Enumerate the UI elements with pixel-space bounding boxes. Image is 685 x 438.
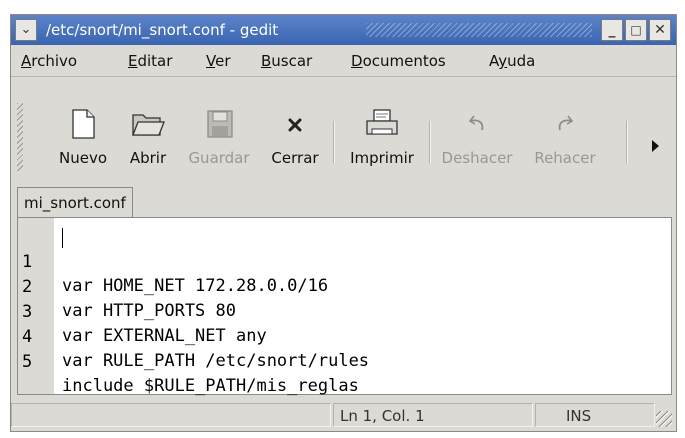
cursor-position: Ln 1, Col. 1 [333,403,533,427]
document-tabs: mi_snort.conf [11,187,676,217]
resize-grip-icon[interactable] [656,411,672,427]
code-line: 5 include $RULE_PATH/mis_reglas [18,326,359,396]
toolbar-grip[interactable] [17,103,23,171]
toolbar: Nuevo Abrir Guardar Cerrar Imprimir Desh… [11,77,676,187]
menu-mnemonic: A [21,52,32,70]
code-line: 2 var HTTP_PORTS 80 [18,251,236,321]
text-editor[interactable]: 1 var HOME_NET 172.28.0.0/16 2 var HTTP_… [17,217,672,396]
menu-label-part: er [215,52,231,70]
text-caret [62,228,63,248]
undo-icon [468,115,484,131]
save-button-label: Guardar [188,149,250,167]
redo-icon [558,115,574,131]
menu-label-part: uda [507,52,536,70]
status-bar: Ln 1, Col. 1 INS [11,399,676,431]
gedit-window: ⌄ /etc/snort/mi_snort.conf - gedit _ □ ✕… [10,14,677,432]
redo-button[interactable]: Rehacer [525,107,605,187]
menu-documentos[interactable]: Documentos [351,46,446,76]
menu-ayuda[interactable]: Ayuda [489,46,535,76]
print-button[interactable]: Imprimir [343,107,421,187]
code-text[interactable]: var RULE_PATH /etc/snort/rules [62,349,369,373]
code-line: 1 var HOME_NET 172.28.0.0/16 [18,226,328,296]
menu-label-part: uscar [271,52,313,70]
menu-label-part: ocumentos [362,52,446,70]
window-menu-icon[interactable]: ⌄ [15,19,37,41]
toolbar-overflow-arrow-icon[interactable] [652,140,659,152]
print-button-label: Imprimir [350,149,414,167]
undo-button-label: Deshacer [441,149,513,167]
open-folder-icon [132,114,165,136]
menu-mnemonic: B [261,52,272,70]
open-button[interactable]: Abrir [123,107,173,187]
menu-label-part: ditar [137,52,173,70]
new-document-icon [72,109,95,139]
menu-buscar[interactable]: Buscar [261,46,312,76]
tab-mi-snort-conf[interactable]: mi_snort.conf [17,187,133,217]
code-text[interactable]: var HOME_NET 172.28.0.0/16 [62,274,328,298]
save-button[interactable]: Guardar [181,107,257,187]
code-text[interactable]: include $RULE_PATH/mis_reglas [62,374,359,398]
code-text[interactable]: var EXTERNAL_NET any [62,324,267,348]
title-bar-decoration [366,23,592,37]
close-button-label: Cerrar [271,149,319,167]
menu-mnemonic: y [498,52,508,70]
menu-label-part: A [489,52,499,70]
maximize-button[interactable]: □ [625,19,647,41]
menu-editar[interactable]: Editar [128,46,172,76]
code-line: 4 var RULE_PATH /etc/snort/rules [18,301,369,371]
menu-archivo[interactable]: Archivo [21,46,77,76]
menu-ver[interactable]: Ver [206,46,231,76]
toolbar-separator [429,121,431,163]
code-line: 3 var EXTERNAL_NET any [18,276,267,346]
toolbar-separator [333,121,335,163]
close-icon [288,118,302,132]
printer-icon [366,109,398,135]
new-button[interactable]: Nuevo [51,107,115,187]
window-title: /etc/snort/mi_snort.conf - gedit [46,21,279,39]
undo-button[interactable]: Deshacer [437,107,517,187]
menu-mnemonic: D [351,52,363,70]
redo-button-label: Rehacer [534,149,596,167]
toolbar-separator [626,121,628,163]
open-button-label: Abrir [129,149,167,167]
new-button-label: Nuevo [58,149,107,167]
menu-bar: Archivo Editar Ver Buscar Documentos Ayu… [11,46,676,77]
close-button[interactable]: Cerrar [265,107,325,187]
save-icon [207,110,233,138]
title-bar[interactable]: ⌄ /etc/snort/mi_snort.conf - gedit _ □ ✕ [11,15,676,45]
minimize-button[interactable]: _ [601,19,623,41]
status-message [11,403,331,427]
close-window-button[interactable]: ✕ [649,19,671,41]
line-number: 5 [22,352,33,372]
code-text[interactable]: var HTTP_PORTS 80 [62,299,236,323]
insert-mode: INS [535,403,655,427]
menu-mnemonic: V [206,52,216,70]
menu-label-part: rchivo [31,52,78,70]
